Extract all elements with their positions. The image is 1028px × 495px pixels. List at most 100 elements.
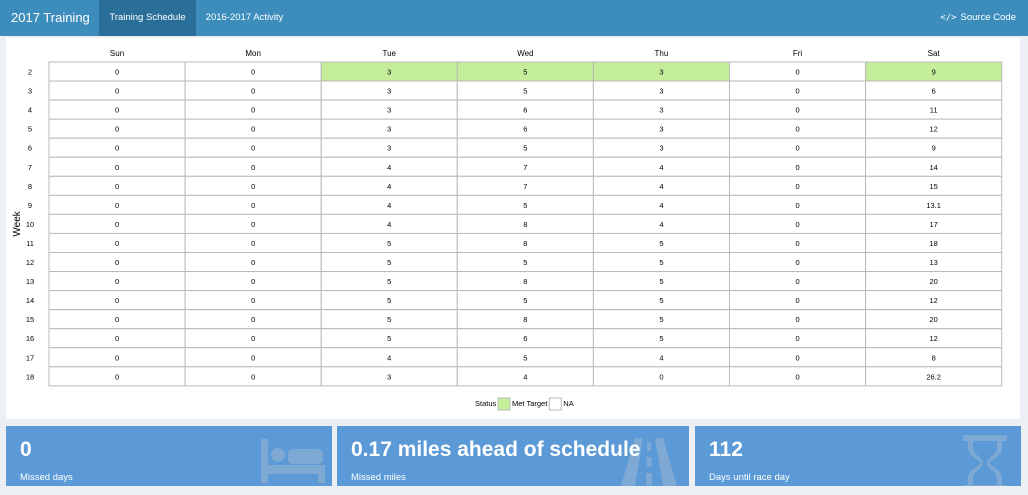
cell-value: 0 [115,315,119,324]
cell-value: 5 [387,315,391,324]
cell-value: 4 [387,220,391,229]
cell-value: 9 [932,144,936,153]
cell-value: 0 [795,182,799,191]
cell-value: 6 [523,106,527,115]
legend-label: NA [563,399,573,408]
column-header: Tue [383,49,397,58]
cell-value: 0 [115,220,119,229]
cell-value: 8 [932,353,936,362]
cell-value: 0 [251,220,255,229]
cell-value: 3 [387,125,391,134]
cell-value: 12 [929,125,937,134]
training-heatmap: Sun Mon Tue Wed Thu Fri SatWeek2 0 0 3 5 3 0 93 0 0 3 5 3 0… [12,49,1003,411]
training-schedule-panel: Sun Mon Tue Wed Thu Fri Sat Week 2 0 0 3 5 3 0 9 3 0 0 3 5 3 0… [6,38,1020,419]
cell-value: 3 [387,87,391,96]
source-code-label: Source Code [960,12,1016,23]
missed-miles-box: 0.17 miles ahead of schedule Missed mile… [337,426,689,486]
cell-value: 0 [795,106,799,115]
cell-value: 0 [795,87,799,96]
cell-value: 18 [929,239,937,248]
cell-value: 9 [932,68,936,77]
cell-value: 14 [929,163,937,172]
source-code-link[interactable]: </> Source Code [940,0,1016,36]
cell-value: 0 [659,372,663,381]
cell-value: 0 [251,87,255,96]
cell-value: 5 [523,201,527,210]
cell-value: 0 [251,353,255,362]
missed-days-caption: Missed days [20,472,73,483]
cell-value: 0 [115,258,119,267]
cell-value: 13 [929,258,937,267]
cell-value: 0 [251,163,255,172]
cell-value: 0 [115,68,119,77]
cell-value: 4 [659,220,663,229]
y-axis-title: Week [12,210,23,236]
cell-value: 0 [115,277,119,286]
cell-value: 8 [523,220,527,229]
week-label: 15 [26,315,34,324]
cell-value: 13.1 [926,201,941,210]
cell-value: 6 [523,334,527,343]
cell-value: 3 [387,372,391,381]
cell-value: 0 [795,144,799,153]
column-header: Mon [245,49,261,58]
cell-value: 26.2 [926,372,941,381]
app-title[interactable]: 2017 Training [0,0,99,36]
cell-value: 17 [929,220,937,229]
cell-value: 0 [795,68,799,77]
week-label: 14 [26,296,34,305]
cell-value: 0 [251,372,255,381]
cell-value: 5 [523,296,527,305]
week-label: 5 [28,125,32,134]
cell-value: 0 [115,201,119,210]
cell-value: 5 [523,68,527,77]
cell-value: 8 [523,315,527,324]
cell-value: 8 [523,239,527,248]
legend-title: Status [475,399,497,408]
cell-value: 0 [115,163,119,172]
cell-value: 0 [795,258,799,267]
cell-value: 4 [523,372,527,381]
tab-training-schedule[interactable]: Training Schedule [99,0,196,36]
column-header: Fri [793,49,803,58]
top-navbar: 2017 Training Training Schedule 2016-201… [0,0,1028,36]
cell-value: 5 [659,239,663,248]
cell-value: 0 [251,68,255,77]
cell-value: 0 [795,220,799,229]
cell-value: 0 [115,144,119,153]
missed-days-value: 0 [20,438,32,461]
cell-value: 5 [387,296,391,305]
cell-value: 11 [930,106,938,115]
cell-value: 12 [929,296,937,305]
cell-value: 0 [795,125,799,134]
cell-value: 6 [523,125,527,134]
cell-value: 4 [659,353,663,362]
cell-value: 0 [251,239,255,248]
race-day-caption: Days until race day [709,472,790,483]
cell-value: 4 [387,353,391,362]
cell-value: 0 [115,239,119,248]
cell-value: 0 [115,125,119,134]
cell-value: 4 [659,201,663,210]
cell-value: 0 [251,258,255,267]
cell-value: 0 [115,372,119,381]
week-label: 6 [28,144,32,153]
cell-value: 3 [387,144,391,153]
week-label: 3 [28,87,32,96]
cell-value: 4 [387,163,391,172]
cell-value: 0 [251,334,255,343]
cell-value: 5 [659,315,663,324]
cell-value: 7 [523,182,527,191]
cell-value: 5 [387,258,391,267]
cell-value: 12 [929,334,937,343]
cell-value: 0 [795,353,799,362]
cell-value: 5 [387,277,391,286]
week-label: 17 [26,353,34,362]
cell-value: 0 [251,144,255,153]
cell-value: 0 [115,353,119,362]
tab-activity[interactable]: 2016-2017 Activity [196,0,293,36]
cell-value: 15 [929,182,937,191]
cell-value: 0 [251,315,255,324]
cell-value: 4 [387,182,391,191]
cell-value: 0 [251,277,255,286]
